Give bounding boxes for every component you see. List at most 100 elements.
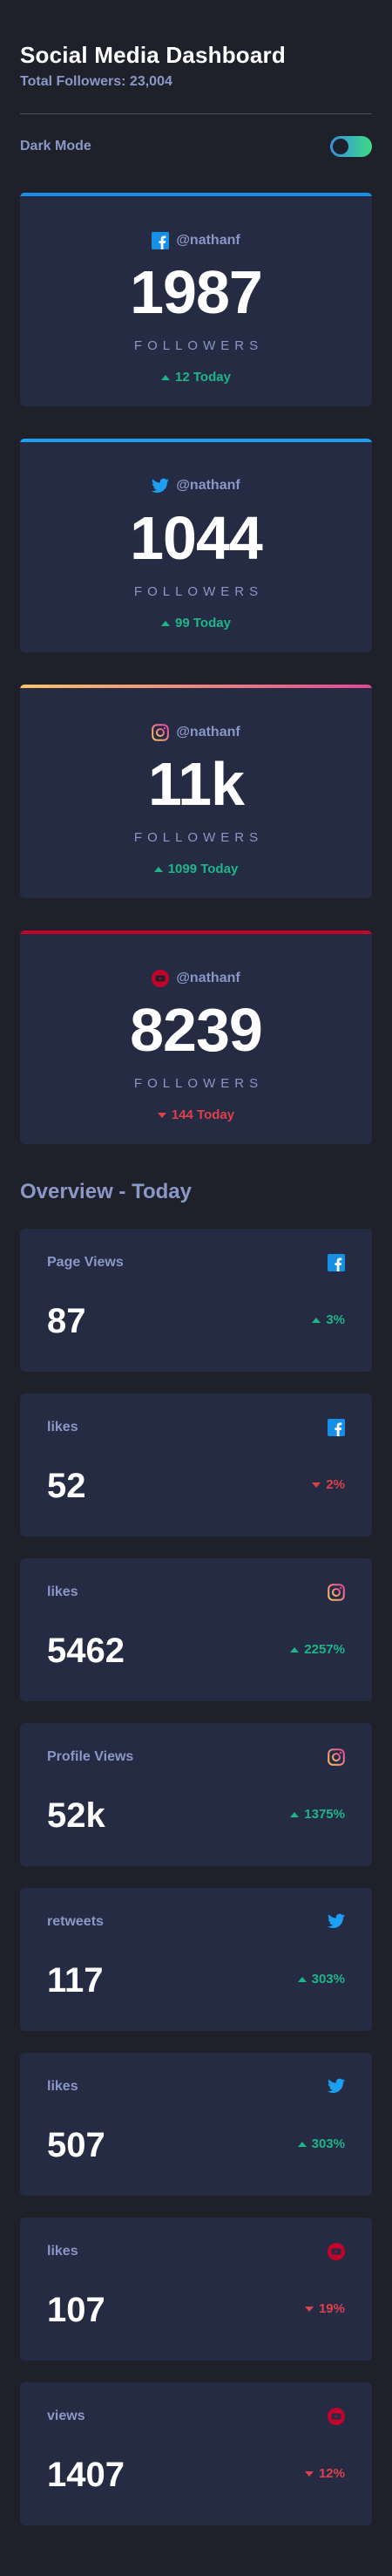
follower-cards: @nathanf 1987 FOLLOWERS 12 Today @nathan… bbox=[20, 193, 372, 1144]
overview-card-change: 1375% bbox=[290, 1807, 345, 1822]
overview-card-value: 107 bbox=[47, 2291, 105, 2329]
follower-card-twitter[interactable]: @nathanf 1044 FOLLOWERS 99 Today bbox=[20, 439, 372, 652]
instagram-icon bbox=[328, 1748, 345, 1766]
change-percent: 2% bbox=[326, 1477, 345, 1492]
follower-card-facebook[interactable]: @nathanf 1987 FOLLOWERS 12 Today bbox=[20, 193, 372, 406]
today-change: 144 Today bbox=[20, 1107, 372, 1122]
total-followers: Total Followers: 23,004 bbox=[20, 74, 172, 89]
card-handle-row: @nathanf bbox=[20, 970, 372, 987]
arrow-up-icon bbox=[290, 1646, 300, 1653]
follower-card-youtube[interactable]: @nathanf 8239 FOLLOWERS 144 Today bbox=[20, 930, 372, 1144]
change-percent: 12% bbox=[318, 2466, 345, 2481]
twitter-icon bbox=[328, 2078, 345, 2094]
overview-card-change: 3% bbox=[312, 1312, 345, 1327]
overview-card[interactable]: Page Views 87 3% bbox=[20, 1229, 372, 1372]
overview-card-change: 12% bbox=[304, 2466, 345, 2481]
instagram-icon bbox=[328, 1584, 345, 1601]
overview-card[interactable]: retweets 117 303% bbox=[20, 1888, 372, 2031]
card-handle-row: @nathanf bbox=[20, 232, 372, 249]
dark-mode-row: Dark Mode bbox=[20, 114, 372, 179]
arrow-up-icon bbox=[161, 374, 171, 380]
overview-card[interactable]: likes 107 19% bbox=[20, 2218, 372, 2361]
arrow-up-icon bbox=[161, 620, 171, 626]
dark-mode-toggle[interactable] bbox=[330, 136, 372, 157]
facebook-icon bbox=[328, 1254, 345, 1271]
change-percent: 1375% bbox=[304, 1807, 345, 1822]
arrow-down-icon bbox=[304, 2470, 314, 2477]
follower-count: 11k bbox=[148, 750, 245, 818]
overview-card-value: 117 bbox=[47, 1961, 104, 2000]
card-accent-bar bbox=[20, 685, 372, 688]
change-percent: 303% bbox=[311, 1972, 345, 1987]
followers-label: FOLLOWERS bbox=[133, 584, 264, 599]
overview-card[interactable]: likes 507 303% bbox=[20, 2053, 372, 2196]
arrow-down-icon bbox=[157, 1112, 166, 1118]
followers-label: FOLLOWERS bbox=[133, 1076, 264, 1091]
today-change: 12 Today bbox=[20, 370, 372, 385]
follower-count: 1987 bbox=[130, 258, 263, 326]
overview-card-title: Page Views bbox=[47, 1255, 124, 1270]
card-handle: @nathanf bbox=[176, 725, 240, 739]
change-percent: 303% bbox=[311, 2136, 345, 2151]
dashboard-header: Social Media Dashboard Total Followers: … bbox=[20, 0, 372, 179]
overview-card-change: 2% bbox=[312, 1477, 345, 1492]
card-handle-row: @nathanf bbox=[20, 478, 372, 494]
today-change-text: 99 Today bbox=[175, 616, 231, 630]
youtube-icon bbox=[328, 2408, 345, 2425]
arrow-up-icon bbox=[153, 866, 163, 872]
follower-count: 1044 bbox=[130, 504, 263, 572]
arrow-up-icon bbox=[297, 1976, 307, 1982]
overview-card[interactable]: views 1407 12% bbox=[20, 2382, 372, 2525]
overview-card-title: views bbox=[47, 2409, 85, 2423]
follower-card-instagram[interactable]: @nathanf 11k FOLLOWERS 1099 Today bbox=[20, 685, 372, 898]
instagram-icon bbox=[152, 724, 170, 741]
card-accent-bar bbox=[20, 193, 372, 196]
overview-card-title: likes bbox=[47, 2079, 78, 2094]
overview-card-change: 2257% bbox=[290, 1642, 345, 1657]
overview-card-change: 303% bbox=[297, 2136, 345, 2151]
followers-label: FOLLOWERS bbox=[133, 830, 264, 845]
toggle-knob bbox=[333, 139, 348, 154]
arrow-up-icon bbox=[290, 1811, 300, 1817]
today-change-text: 144 Today bbox=[171, 1107, 235, 1122]
overview-card[interactable]: likes 52 2% bbox=[20, 1394, 372, 1537]
overview-card-value: 52 bbox=[47, 1467, 86, 1505]
card-handle-row: @nathanf bbox=[20, 724, 372, 741]
overview-title: Overview - Today bbox=[20, 1180, 192, 1203]
arrow-up-icon bbox=[312, 1317, 321, 1323]
overview-card[interactable]: Profile Views 52k 1375% bbox=[20, 1723, 372, 1866]
today-change: 99 Today bbox=[20, 616, 372, 630]
change-percent: 2257% bbox=[304, 1642, 345, 1657]
overview-card-value: 1407 bbox=[47, 2456, 125, 2494]
youtube-icon bbox=[152, 970, 170, 987]
follower-count: 8239 bbox=[130, 996, 263, 1064]
twitter-icon bbox=[152, 478, 170, 494]
followers-label: FOLLOWERS bbox=[133, 338, 264, 353]
arrow-down-icon bbox=[304, 2306, 314, 2312]
twitter-icon bbox=[328, 1913, 345, 1929]
overview-card-value: 87 bbox=[47, 1302, 86, 1340]
card-handle: @nathanf bbox=[176, 478, 240, 493]
dark-mode-label: Dark Mode bbox=[20, 139, 91, 153]
card-accent-bar bbox=[20, 930, 372, 934]
overview-card-title: likes bbox=[47, 1584, 78, 1599]
arrow-up-icon bbox=[297, 2141, 307, 2147]
today-change-text: 12 Today bbox=[175, 370, 231, 385]
today-change-text: 1099 Today bbox=[167, 862, 239, 876]
card-handle: @nathanf bbox=[176, 233, 240, 248]
overview-list: Page Views 87 3% likes 52 2% likes 5462 … bbox=[20, 1229, 372, 2525]
overview-card-value: 5462 bbox=[47, 1632, 125, 1670]
overview-card-value: 507 bbox=[47, 2126, 105, 2164]
overview-card-title: likes bbox=[47, 1420, 78, 1435]
card-handle: @nathanf bbox=[176, 971, 240, 985]
change-percent: 19% bbox=[318, 2301, 345, 2316]
overview-card-title: likes bbox=[47, 2244, 78, 2259]
page-title: Social Media Dashboard bbox=[20, 42, 286, 68]
arrow-down-icon bbox=[312, 1482, 321, 1488]
overview-card-title: Profile Views bbox=[47, 1749, 134, 1764]
today-change: 1099 Today bbox=[20, 862, 372, 876]
facebook-icon bbox=[152, 232, 170, 249]
overview-card-change: 303% bbox=[297, 1972, 345, 1987]
change-percent: 3% bbox=[326, 1312, 345, 1327]
overview-card[interactable]: likes 5462 2257% bbox=[20, 1558, 372, 1701]
